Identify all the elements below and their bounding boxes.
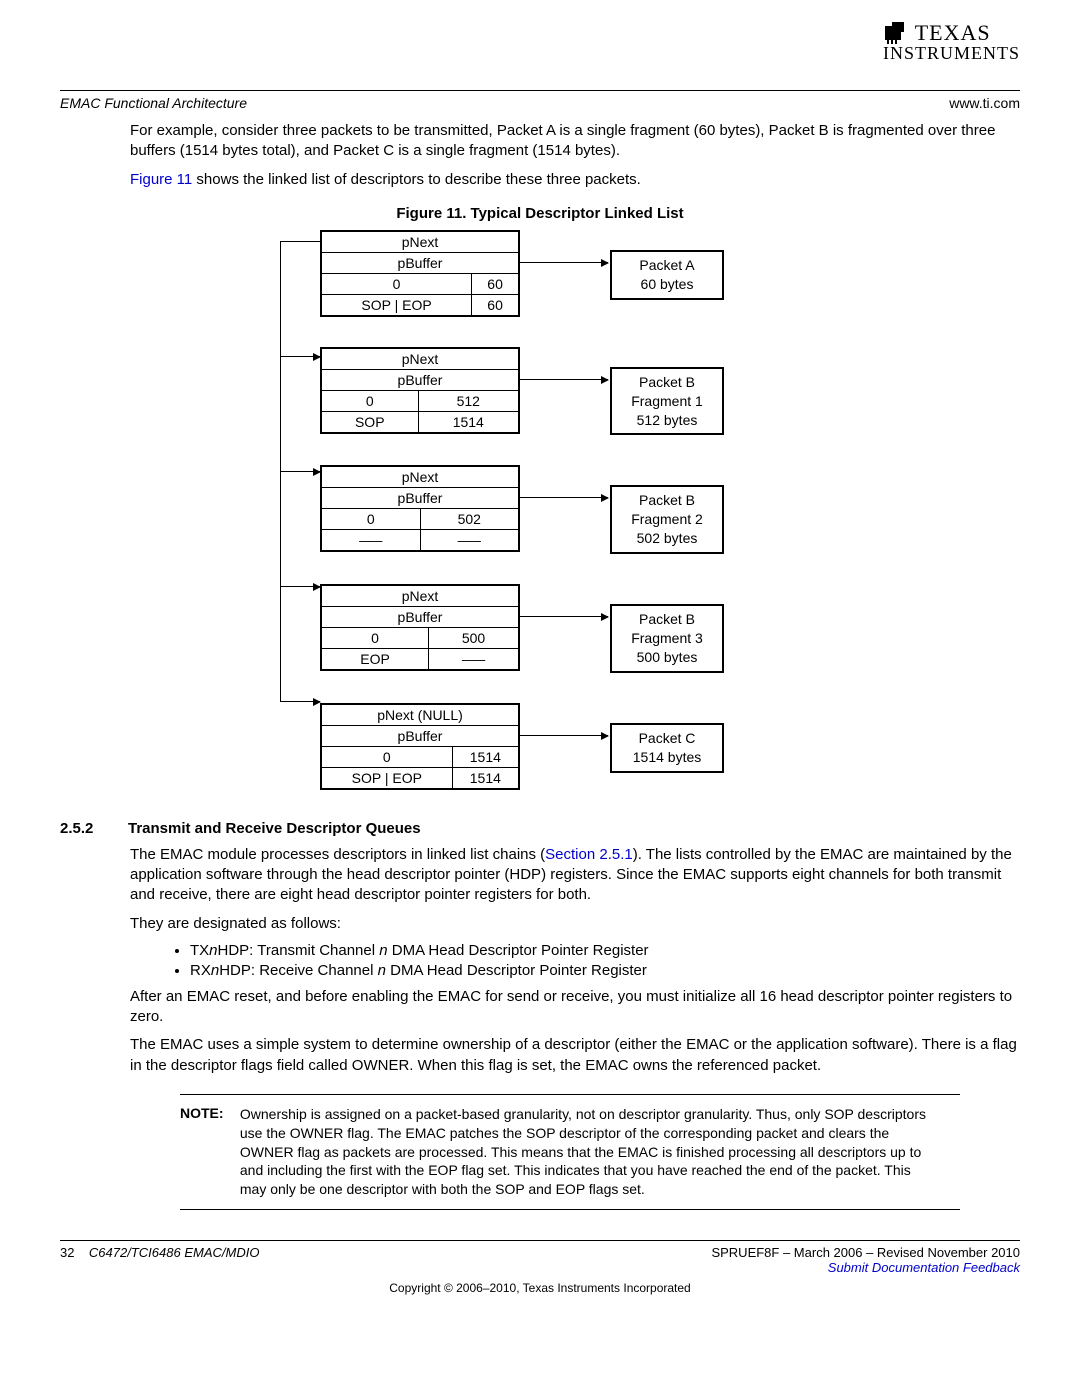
header-section-title: EMAC Functional Architecture [60,95,247,111]
pnext-line [280,586,320,587]
flags-cell: SOP | EOP [321,767,452,789]
note-body: Ownership is assigned on a packet-based … [240,1105,940,1199]
length-cell: 1514 [452,746,519,767]
buffer-arrow [520,262,608,263]
offset-cell: 0 [321,390,418,411]
logo-text-bottom: INSTRUMENTS [883,43,1020,64]
flags-cell: SOP | EOP [321,294,472,316]
pktlen-cell: ––– [429,649,519,671]
pbuffer-cell: pBuffer [321,607,519,628]
section-para-2: They are designated as follows: [130,914,1020,934]
descriptor-table: pNext (NULL)pBuffer01514SOP | EOP1514 [320,703,520,790]
figure-11-link[interactable]: Figure 11 [130,171,192,188]
pnext-cell: pNext [321,231,519,253]
pktlen-cell: ––– [420,530,519,552]
list-item: RXnHDP: Receive Channel n DMA Head Descr… [190,962,1020,979]
section-para-1: The EMAC module processes descriptors in… [130,845,1020,906]
packet-box: Packet BFragment 2502 bytes [610,485,724,554]
offset-cell: 0 [321,628,429,649]
packet-box: Packet C1514 bytes [610,723,724,773]
pnext-cell: pNext [321,466,519,488]
length-cell: 502 [420,509,519,530]
pnext-line [280,241,320,242]
descriptor-block: pNextpBuffer0500EOP––– Packet BFragment 3… [260,584,820,673]
pktlen-cell: 1514 [418,411,519,433]
packet-box: Packet A60 bytes [610,250,724,300]
descriptor-diagram: pNextpBuffer060SOP | EOP60Packet A60 byt… [260,230,820,790]
pbuffer-cell: pBuffer [321,252,519,273]
register-list: TXnHDP: Transmit Channel n DMA Head Desc… [150,942,1020,979]
header-url: www.ti.com [949,95,1020,111]
pnext-cell: pNext [321,348,519,370]
section-title: Transmit and Receive Descriptor Queues [128,820,421,837]
offset-cell: 0 [321,273,472,294]
logo-text-top: TEXAS [915,20,991,45]
flags-cell: EOP [321,649,429,671]
section-para-4: The EMAC uses a simple system to determi… [130,1035,1020,1076]
section-link[interactable]: Section 2.5.1 [545,846,633,863]
pnext-cell: pNext (NULL) [321,704,519,726]
packet-box: Packet BFragment 1512 bytes [610,367,724,436]
intro-paragraph-1: For example, consider three packets to b… [130,121,1020,162]
copyright: Copyright © 2006–2010, Texas Instruments… [60,1281,1020,1295]
offset-cell: 0 [321,746,452,767]
pnext-cell: pNext [321,585,519,607]
pnext-line [280,471,281,586]
length-cell: 512 [418,390,519,411]
descriptor-block: pNextpBuffer0502–––––– Packet BFragment 2… [260,465,820,554]
pktlen-cell: 1514 [452,767,519,789]
buffer-arrow [520,497,608,498]
length-cell: 500 [429,628,519,649]
doc-title: C6472/TCI6486 EMAC/MDIO [89,1245,260,1260]
section-para-3: After an EMAC reset, and before enabling… [130,987,1020,1028]
ti-logo: TEXAS INSTRUMENTS [883,20,1020,64]
buffer-arrow [520,735,608,736]
packet-box: Packet BFragment 3500 bytes [610,604,724,673]
pnext-line [280,471,320,472]
list-item: TXnHDP: Transmit Channel n DMA Head Desc… [190,942,1020,959]
descriptor-block: pNextpBuffer0512SOP1514 Packet BFragment … [260,347,820,436]
intro-paragraph-2: Figure 11 shows the linked list of descr… [130,170,1020,190]
pbuffer-cell: pBuffer [321,369,519,390]
descriptor-table: pNextpBuffer0500EOP––– [320,584,520,671]
pnext-line [280,241,281,356]
section-heading: 2.5.2Transmit and Receive Descriptor Que… [60,820,1020,837]
flags-cell: ––– [321,530,420,552]
descriptor-block: pNext (NULL)pBuffer01514SOP | EOP1514 Pac… [260,703,820,790]
figure-caption: Figure 11. Typical Descriptor Linked Lis… [60,205,1020,222]
feedback-link[interactable]: Submit Documentation Feedback [711,1260,1020,1275]
section-number: 2.5.2 [60,820,128,837]
buffer-arrow [520,379,608,380]
pktlen-cell: 60 [472,294,519,316]
pbuffer-cell: pBuffer [321,488,519,509]
pnext-line [280,356,320,357]
doc-id: SPRUEF8F – March 2006 – Revised November… [711,1245,1020,1260]
descriptor-table: pNextpBuffer0502–––––– [320,465,520,552]
flags-cell: SOP [321,411,418,433]
note-label: NOTE: [180,1105,236,1121]
descriptor-table: pNextpBuffer060SOP | EOP60 [320,230,520,317]
page-number: 32 [60,1245,74,1260]
buffer-arrow [520,616,608,617]
pbuffer-cell: pBuffer [321,725,519,746]
pnext-line [280,356,281,471]
pnext-line [280,586,281,701]
length-cell: 60 [472,273,519,294]
descriptor-table: pNextpBuffer0512SOP1514 [320,347,520,434]
note-block: NOTE: Ownership is assigned on a packet-… [180,1094,960,1210]
offset-cell: 0 [321,509,420,530]
descriptor-block: pNextpBuffer060SOP | EOP60 Packet A60 byt… [260,230,820,317]
pnext-arrow [280,701,320,702]
